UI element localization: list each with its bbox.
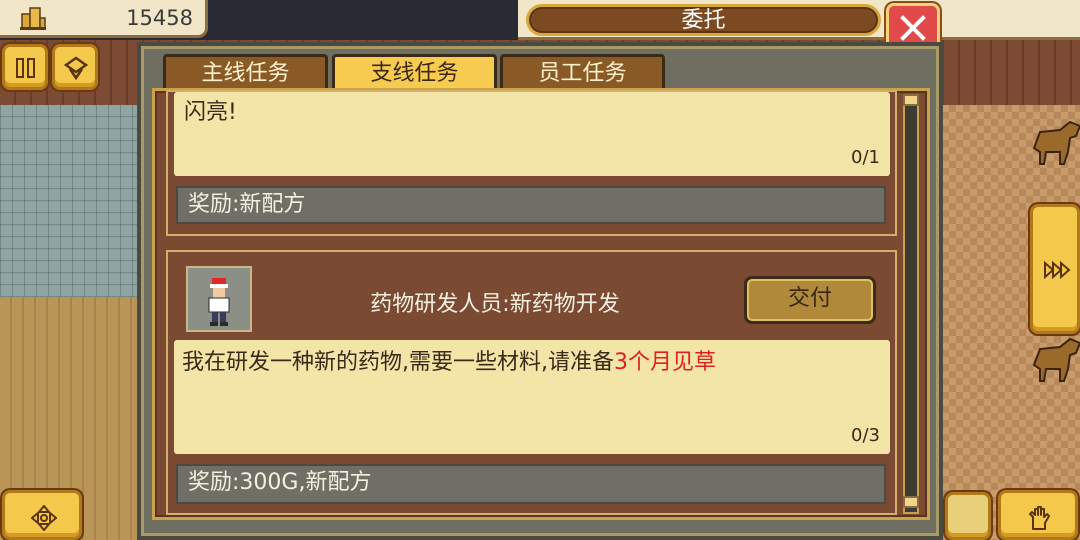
npc-portrait <box>186 266 252 332</box>
quest-text: 闪亮! <box>184 100 237 125</box>
dialog-title-pill: 委托 <box>526 4 881 36</box>
pause-icon <box>16 58 35 78</box>
dialog-title: 委托 <box>681 8 726 33</box>
required-item: 3个月见草 <box>614 350 716 375</box>
npc-avatar-icon <box>208 278 230 326</box>
quest-text: 我在研发一种新的药物,需要一些材料,请准备 <box>182 350 614 375</box>
tab-label: 员工任务 <box>538 61 627 86</box>
reward-text: 奖励:新配方 <box>188 192 306 217</box>
notepad-button[interactable] <box>945 492 991 540</box>
fast-forward-icon <box>1044 261 1071 279</box>
deliver-label: 交付 <box>787 286 832 311</box>
tab-side-quests[interactable]: 支线任务 <box>332 54 497 90</box>
quest-description: 我在研发一种新的药物,需要一些材料,请准备3个月见草 0/3 <box>174 340 890 454</box>
close-icon <box>900 15 926 41</box>
deliver-button[interactable]: 交付 <box>744 276 876 324</box>
scene-tile-floor <box>0 105 138 297</box>
move-button[interactable] <box>2 490 82 540</box>
reward-text: 奖励:300G,新配方 <box>188 470 372 495</box>
move-icon <box>31 505 57 531</box>
hand-button[interactable] <box>998 490 1078 540</box>
horse-sprite <box>1032 337 1080 382</box>
scrollbar[interactable] <box>903 94 919 514</box>
building-icon <box>20 7 46 30</box>
quest-progress: 0/1 <box>851 147 880 168</box>
money-value: 15458 <box>126 6 193 30</box>
pause-button[interactable] <box>2 44 48 90</box>
quest-reward: 奖励:300G,新配方 <box>176 464 886 504</box>
horse-sprite <box>1032 120 1080 165</box>
quest-description: 闪亮! 0/1 <box>174 92 890 176</box>
quest-reward: 奖励:新配方 <box>176 186 886 224</box>
view-toggle-button[interactable] <box>52 44 98 90</box>
tab-label: 支线任务 <box>370 61 459 86</box>
money-display: 15458 <box>0 0 208 38</box>
tab-staff-quests[interactable]: 员工任务 <box>500 54 665 90</box>
tab-main-quests[interactable]: 主线任务 <box>163 54 328 90</box>
scrollbar-thumb[interactable] <box>903 496 919 508</box>
view-toggle-icon <box>64 56 88 80</box>
tab-label: 主线任务 <box>201 61 290 86</box>
fast-forward-button[interactable] <box>1030 204 1080 334</box>
npc-quest-title: 药物研发人员:新药物开发 <box>370 292 620 317</box>
scrollbar-top-cap[interactable] <box>903 94 919 106</box>
quest-progress: 0/3 <box>851 425 880 446</box>
hand-icon <box>1029 506 1050 530</box>
